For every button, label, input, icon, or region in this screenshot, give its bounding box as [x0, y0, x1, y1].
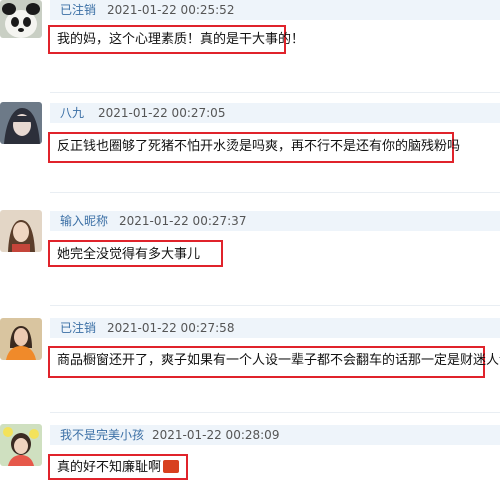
- woman-portrait-avatar-icon[interactable]: [0, 210, 42, 252]
- comment-text: 她完全没觉得有多大事儿: [48, 240, 223, 267]
- comment-text-content: 商品橱窗还开了，爽子如果有一个人设一辈子都不会翻车的话那一定是财迷人设: [57, 353, 500, 368]
- woman-orange-avatar-icon[interactable]: [0, 318, 42, 360]
- comment-text: 真的好不知廉耻啊: [48, 454, 188, 480]
- username-link[interactable]: 八九: [60, 103, 84, 123]
- username-link[interactable]: 我不是完美小孩: [60, 425, 144, 445]
- girl-flowers-avatar-icon[interactable]: [0, 424, 42, 466]
- comment-meta: 已注销 2021-01-22 00:25:52: [50, 0, 500, 20]
- timestamp: 2021-01-22 00:25:52: [107, 3, 235, 17]
- comment-feed: 已注销 2021-01-22 00:25:52 我的妈，这个心理素质！真的是干大…: [0, 0, 500, 485]
- username-link[interactable]: 已注销: [60, 318, 96, 338]
- timestamp: 2021-01-22 00:27:37: [119, 214, 247, 228]
- comment-text: 我的妈，这个心理素质！真的是干大事的！: [48, 25, 304, 54]
- angry-emoji-icon: [163, 460, 180, 473]
- comment-text: 商品橱窗还开了，爽子如果有一个人设一辈子都不会翻车的话那一定是财迷人设: [48, 346, 500, 378]
- comment-meta: 八九 2021-01-22 00:27:05: [50, 103, 500, 123]
- panda-avatar-icon[interactable]: [0, 0, 42, 38]
- comment-text-content: 反正钱也圈够了死猪不怕开水烫是吗爽，再不行不是还有你的脑残粉吗: [57, 139, 461, 154]
- divider: [50, 92, 500, 93]
- divider: [50, 412, 500, 413]
- comment-meta: 输入昵称 2021-01-22 00:27:37: [50, 211, 500, 231]
- timestamp: 2021-01-22 00:27:58: [107, 321, 235, 335]
- comment-text: 反正钱也圈够了死猪不怕开水烫是吗爽，再不行不是还有你的脑残粉吗: [48, 132, 460, 163]
- girl-portrait-avatar-icon[interactable]: [0, 102, 42, 144]
- username-link[interactable]: 输入昵称: [60, 211, 108, 231]
- comment-text-content: 她完全没觉得有多大事儿: [57, 247, 201, 262]
- divider: [50, 192, 500, 193]
- comment-text-content: 我的妈，这个心理素质！真的是干大事的！: [57, 32, 305, 47]
- comment-meta: 已注销 2021-01-22 00:27:58: [50, 318, 500, 338]
- timestamp: 2021-01-22 00:28:09: [152, 428, 280, 442]
- divider: [50, 305, 500, 306]
- username-link[interactable]: 已注销: [60, 0, 96, 20]
- comment-meta: 我不是完美小孩 2021-01-22 00:28:09: [50, 425, 500, 445]
- comment-text-content: 真的好不知廉耻啊: [57, 460, 162, 475]
- timestamp: 2021-01-22 00:27:05: [98, 106, 226, 120]
